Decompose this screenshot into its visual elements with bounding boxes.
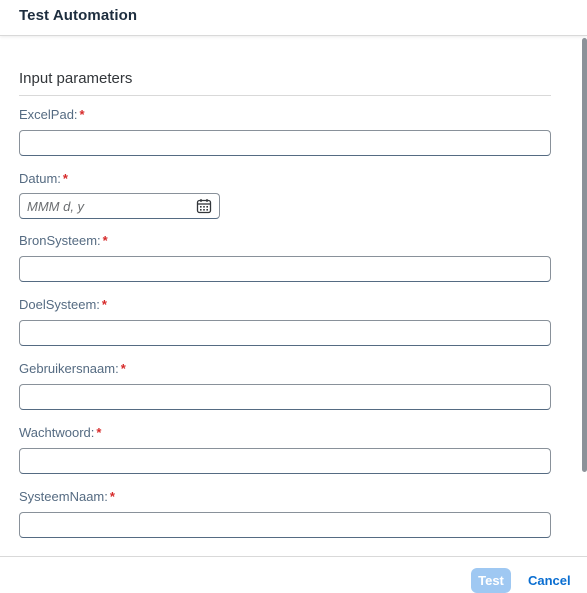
systeemnaam-label-text: SysteemNaam:: [19, 489, 108, 504]
dialog-title: Test Automation: [19, 7, 138, 24]
excelpad-label: ExcelPad: *: [19, 107, 85, 122]
datum-input[interactable]: [20, 194, 190, 218]
datum-datepicker: [19, 193, 220, 219]
required-marker: *: [101, 297, 107, 312]
cancel-button[interactable]: Cancel: [521, 568, 581, 593]
wachtwoord-label: Wachtwoord: *: [19, 425, 101, 440]
doelsysteem-input[interactable]: [19, 320, 551, 346]
section-divider: [19, 95, 551, 96]
doelsysteem-label: DoelSysteem: *: [19, 297, 107, 312]
wachtwoord-label-text: Wachtwoord:: [19, 425, 95, 440]
required-marker: *: [102, 233, 108, 248]
bronsysteem-label-text: BronSysteem:: [19, 233, 101, 248]
required-marker: *: [109, 489, 115, 504]
excelpad-input[interactable]: [19, 130, 551, 156]
test-button[interactable]: Test: [471, 568, 511, 593]
gebruikersnaam-input[interactable]: [19, 384, 551, 410]
dialog-footer: Test Cancel: [0, 556, 587, 593]
gebruikersnaam-label-text: Gebruikersnaam:: [19, 361, 119, 376]
systeemnaam-input[interactable]: [19, 512, 551, 538]
calendar-icon[interactable]: [196, 198, 212, 214]
scrollbar[interactable]: [582, 38, 587, 472]
doelsysteem-label-text: DoelSysteem:: [19, 297, 100, 312]
section-title: Input parameters: [19, 70, 133, 87]
datum-label: Datum: *: [19, 171, 68, 186]
wachtwoord-input[interactable]: [19, 448, 551, 474]
systeemnaam-label: SysteemNaam: *: [19, 489, 115, 504]
required-marker: *: [79, 107, 85, 122]
dialog-header: Test Automation: [0, 0, 587, 36]
required-marker: *: [96, 425, 102, 440]
bronsysteem-label: BronSysteem: *: [19, 233, 108, 248]
gebruikersnaam-label: Gebruikersnaam: *: [19, 361, 126, 376]
excelpad-label-text: ExcelPad:: [19, 107, 78, 122]
required-marker: *: [120, 361, 126, 376]
required-marker: *: [62, 171, 68, 186]
bronsysteem-input[interactable]: [19, 256, 551, 282]
datum-label-text: Datum:: [19, 171, 61, 186]
